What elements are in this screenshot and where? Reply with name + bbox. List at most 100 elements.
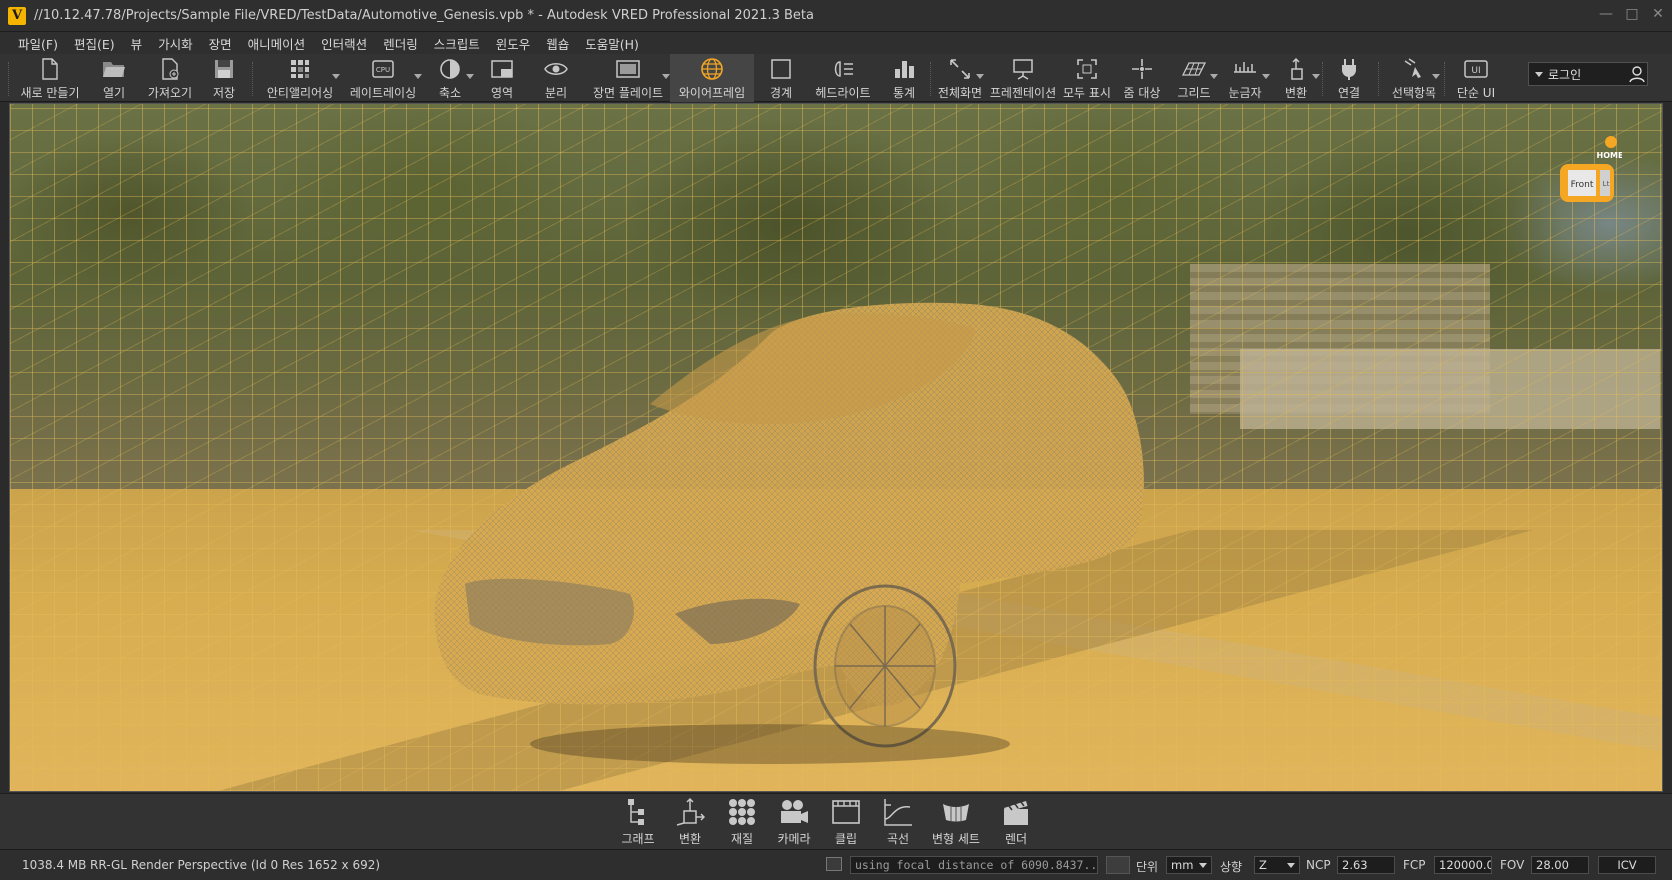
menu-visualization[interactable]: 가시화 <box>150 34 201 53</box>
camera-icon <box>778 796 810 828</box>
show-all-button[interactable]: 모두 표시 <box>1060 54 1114 102</box>
message-clear-button[interactable] <box>1106 856 1130 874</box>
status-bar: 1038.4 MB RR-GL Render Perspective (Id 0… <box>0 849 1672 880</box>
minimize-icon[interactable]: — <box>1598 6 1614 22</box>
save-button[interactable]: 저장 <box>204 54 244 102</box>
close-icon[interactable]: ✕ <box>1650 6 1666 22</box>
open-folder-icon <box>100 56 128 82</box>
transform-module-icon <box>674 796 706 828</box>
variant-sets-module-button[interactable]: 변형 세트 <box>924 796 988 848</box>
selection-dropdown-icon[interactable] <box>1432 74 1440 79</box>
menu-rendering[interactable]: 렌더링 <box>375 34 426 53</box>
selection-icon <box>1400 56 1428 82</box>
new-file-button[interactable]: 새로 만들기 <box>14 54 86 102</box>
grid-icon <box>1180 56 1208 82</box>
menu-scene[interactable]: 장면 <box>201 34 240 53</box>
statistics-button[interactable]: 통계 <box>882 54 926 102</box>
simple-ui-icon: UI <box>1462 56 1490 82</box>
ruler-icon <box>1231 56 1259 82</box>
clip-module-button[interactable]: 클립 <box>820 796 872 848</box>
antialiasing-dropdown-icon[interactable] <box>332 74 340 79</box>
menu-interaction[interactable]: 인터랙션 <box>313 34 375 53</box>
camera-module-button[interactable]: 카메라 <box>768 796 820 848</box>
scene-plate-button[interactable]: 장면 플레이트 <box>586 54 670 102</box>
window-controls: — □ ✕ <box>1598 6 1666 22</box>
menu-animation[interactable]: 애니메이션 <box>240 34 314 53</box>
ncp-input[interactable]: 2.63 <box>1337 856 1395 874</box>
unit-select[interactable]: mm <box>1166 856 1212 874</box>
navcube-side-label[interactable]: Lt <box>1603 180 1610 188</box>
region-button[interactable]: 영역 <box>480 54 524 102</box>
menu-help[interactable]: 도움말(H) <box>577 34 647 53</box>
fcp-label: FCP <box>1403 858 1426 872</box>
headlight-icon <box>829 56 857 82</box>
downscale-dropdown-icon[interactable] <box>466 74 474 79</box>
region-icon <box>488 56 516 82</box>
menu-file[interactable]: 파일(F) <box>10 34 66 53</box>
maximize-icon[interactable]: □ <box>1624 6 1640 22</box>
navcube-front-label[interactable]: Front <box>1571 180 1594 190</box>
fullscreen-icon <box>946 56 974 82</box>
grid-dropdown-icon[interactable] <box>1210 74 1218 79</box>
menu-edit[interactable]: 편집(E) <box>66 34 123 53</box>
chevron-down-icon <box>1287 863 1295 868</box>
simple-ui-button[interactable]: UI 단순 UI <box>1452 54 1500 102</box>
login-dropdown[interactable]: 로그인 <box>1528 62 1648 86</box>
statistics-icon <box>890 56 918 82</box>
connect-button[interactable]: 연결 <box>1326 54 1372 102</box>
chevron-down-icon <box>1199 863 1207 868</box>
wireframe-button[interactable]: 와이어프레임 <box>670 54 754 102</box>
materials-module-button[interactable]: 재질 <box>716 796 768 848</box>
user-icon <box>1627 64 1647 84</box>
raytracing-button[interactable]: CPU 레이트레이싱 <box>344 54 422 102</box>
ruler-dropdown-icon[interactable] <box>1262 74 1270 79</box>
transform-module-button[interactable]: 변환 <box>664 796 716 848</box>
import-button[interactable]: 가져오기 <box>140 54 200 102</box>
clip-icon <box>830 796 862 828</box>
up-axis-select[interactable]: Z <box>1254 856 1300 874</box>
terminal-icon[interactable] <box>826 857 842 871</box>
menu-view[interactable]: 뷰 <box>123 34 151 53</box>
scenegraph-icon <box>622 796 654 828</box>
render-module-button[interactable]: 렌더 <box>990 796 1042 848</box>
menu-bar: 파일(F) 편집(E) 뷰 가시화 장면 애니메이션 인터랙션 렌더링 스크립트… <box>0 32 1672 54</box>
message-field: using focal distance of 6090.8437... <box>850 856 1098 874</box>
login-label: 로그인 <box>1548 67 1582 82</box>
save-icon <box>210 56 238 82</box>
raytracing-dropdown-icon[interactable] <box>414 74 422 79</box>
scene-plate-dropdown-icon[interactable] <box>662 74 670 79</box>
plug-icon <box>1335 56 1363 82</box>
fullscreen-dropdown-icon[interactable] <box>976 74 984 79</box>
main-toolbar: 새로 만들기 열기 가져오기 저장 안티앨리어싱 CPU 레이트레이싱 축소 영… <box>0 54 1672 102</box>
menu-scripts[interactable]: 스크립트 <box>426 34 488 53</box>
transform-dropdown-icon[interactable] <box>1312 74 1320 79</box>
fcp-input[interactable]: 120000.00 <box>1434 856 1492 874</box>
navcube-home-label[interactable]: HOME <box>1597 151 1624 160</box>
scenegraph-module-button[interactable]: 그래프 <box>612 796 664 848</box>
menu-window[interactable]: 윈도우 <box>488 34 539 53</box>
materials-icon <box>726 796 758 828</box>
menu-webshop[interactable]: 웹숍 <box>538 34 577 53</box>
render-icon <box>1000 796 1032 828</box>
presentation-button[interactable]: 프레젠테이션 <box>986 54 1060 102</box>
car-wireframe-model[interactable] <box>10 104 1663 792</box>
open-button[interactable]: 열기 <box>90 54 138 102</box>
cpu-raytracing-icon: CPU <box>369 56 397 82</box>
fov-input[interactable]: 28.00 <box>1531 856 1589 874</box>
render-viewport[interactable]: HOME Front Lt <box>9 103 1663 792</box>
renderer-label: RR-GL <box>90 858 127 872</box>
show-all-icon <box>1073 56 1101 82</box>
antialiasing-button[interactable]: 안티앨리어싱 <box>258 54 342 102</box>
half-circle-icon <box>436 56 464 82</box>
svg-text:CPU: CPU <box>376 66 390 74</box>
icv-button[interactable]: ICV <box>1598 856 1656 874</box>
svg-text:UI: UI <box>1471 66 1480 76</box>
window-title: //10.12.47.78/Projects/Sample File/VRED/… <box>34 8 814 23</box>
navigation-cube[interactable]: HOME Front Lt <box>1556 134 1624 204</box>
bounding-box-icon <box>767 56 795 82</box>
bounding-button[interactable]: 경계 <box>760 54 802 102</box>
zoom-target-button[interactable]: 줌 대상 <box>1116 54 1168 102</box>
headlight-button[interactable]: 헤드라이트 <box>808 54 878 102</box>
isolate-button[interactable]: 분리 <box>534 54 578 102</box>
curves-module-button[interactable]: 곡선 <box>872 796 924 848</box>
